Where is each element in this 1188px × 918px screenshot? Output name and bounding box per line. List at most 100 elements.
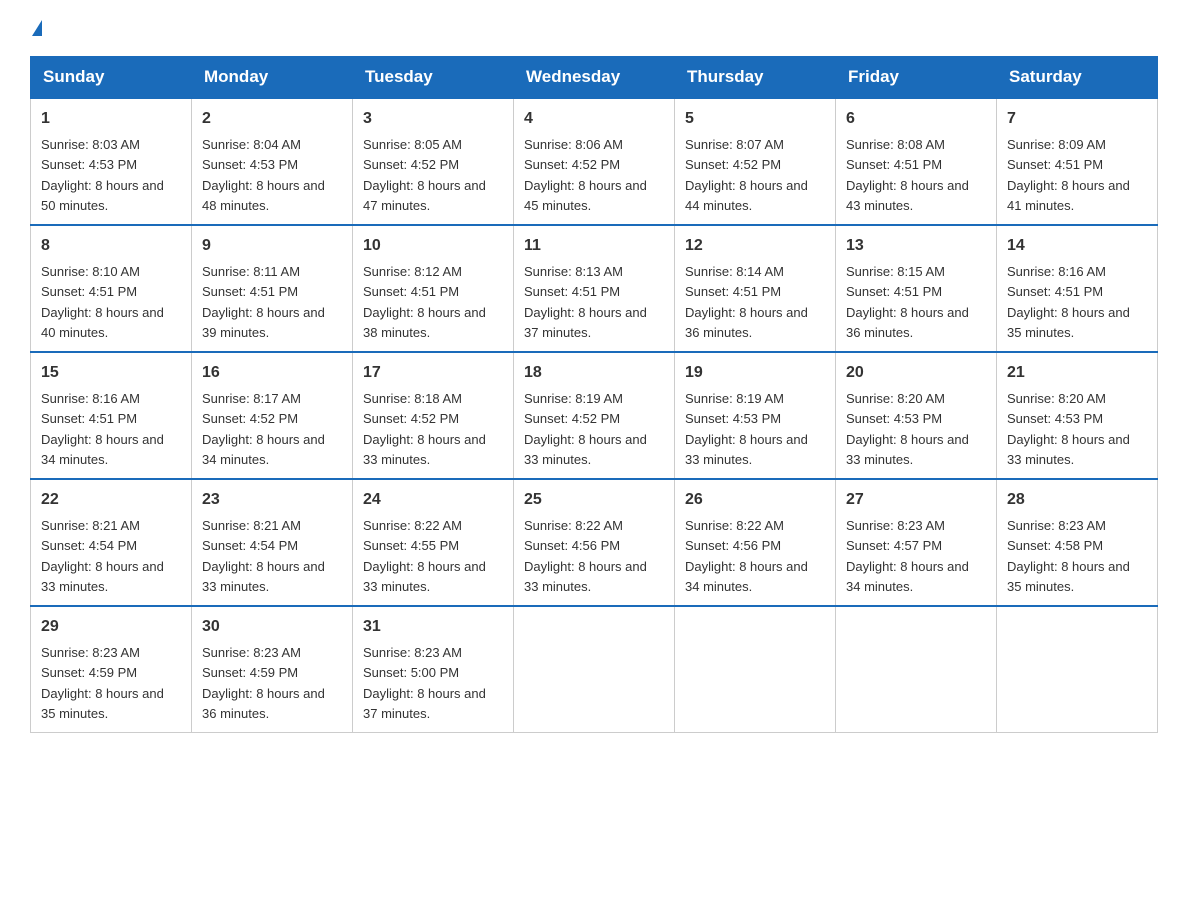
calendar-cell: 20Sunrise: 8:20 AMSunset: 4:53 PMDayligh… <box>836 352 997 479</box>
page-header <box>30 20 1158 36</box>
day-number: 1 <box>41 107 181 131</box>
calendar-week-3: 15 Sunrise: 8:16 AMSunset: 4:51 PMDayligh… <box>31 352 1158 479</box>
calendar-cell: 11 Sunrise: 8:13 AMSunset: 4:51 PMDayligh… <box>514 225 675 352</box>
day-info: Sunrise: 8:16 AMSunset: 4:51 PMDaylight:… <box>41 391 164 467</box>
day-info: Sunrise: 8:04 AMSunset: 4:53 PMDaylight:… <box>202 137 325 213</box>
day-number: 12 <box>685 234 825 258</box>
calendar-cell: 16 Sunrise: 8:17 AMSunset: 4:52 PMDayligh… <box>192 352 353 479</box>
day-info: Sunrise: 8:11 AMSunset: 4:51 PMDaylight:… <box>202 264 325 340</box>
calendar-cell: 30 Sunrise: 8:23 AMSunset: 4:59 PMDayligh… <box>192 606 353 733</box>
day-number: 16 <box>202 361 342 385</box>
calendar-cell: 9 Sunrise: 8:11 AMSunset: 4:51 PMDaylight… <box>192 225 353 352</box>
day-info: Sunrise: 8:21 AMSunset: 4:54 PMDaylight:… <box>41 518 164 594</box>
calendar-cell <box>836 606 997 733</box>
day-info: Sunrise: 8:23 AMSunset: 4:58 PMDaylight:… <box>1007 518 1130 594</box>
calendar-cell <box>997 606 1158 733</box>
day-number: 23 <box>202 488 342 512</box>
day-number: 11 <box>524 234 664 258</box>
calendar-cell: 7Sunrise: 8:09 AMSunset: 4:51 PMDaylight… <box>997 98 1158 225</box>
day-number: 2 <box>202 107 342 131</box>
calendar-cell: 17 Sunrise: 8:18 AMSunset: 4:52 PMDayligh… <box>353 352 514 479</box>
day-number: 29 <box>41 615 181 639</box>
calendar-cell: 6Sunrise: 8:08 AMSunset: 4:51 PMDaylight… <box>836 98 997 225</box>
calendar-cell: 8 Sunrise: 8:10 AMSunset: 4:51 PMDaylight… <box>31 225 192 352</box>
calendar-header-friday: Friday <box>836 57 997 99</box>
calendar-cell: 1 Sunrise: 8:03 AMSunset: 4:53 PMDaylight… <box>31 98 192 225</box>
day-info: Sunrise: 8:10 AMSunset: 4:51 PMDaylight:… <box>41 264 164 340</box>
day-info: Sunrise: 8:05 AMSunset: 4:52 PMDaylight:… <box>363 137 486 213</box>
day-number: 14 <box>1007 234 1147 258</box>
day-info: Sunrise: 8:23 AMSunset: 4:59 PMDaylight:… <box>202 645 325 721</box>
calendar-week-1: 1 Sunrise: 8:03 AMSunset: 4:53 PMDaylight… <box>31 98 1158 225</box>
calendar-week-5: 29 Sunrise: 8:23 AMSunset: 4:59 PMDayligh… <box>31 606 1158 733</box>
day-info: Sunrise: 8:23 AMSunset: 5:00 PMDaylight:… <box>363 645 486 721</box>
calendar-cell: 5 Sunrise: 8:07 AMSunset: 4:52 PMDaylight… <box>675 98 836 225</box>
day-number: 7 <box>1007 107 1147 131</box>
day-info: Sunrise: 8:03 AMSunset: 4:53 PMDaylight:… <box>41 137 164 213</box>
day-info: Sunrise: 8:15 AMSunset: 4:51 PMDaylight:… <box>846 264 969 340</box>
day-info: Sunrise: 8:14 AMSunset: 4:51 PMDaylight:… <box>685 264 808 340</box>
day-number: 18 <box>524 361 664 385</box>
day-info: Sunrise: 8:18 AMSunset: 4:52 PMDaylight:… <box>363 391 486 467</box>
day-number: 31 <box>363 615 503 639</box>
day-number: 5 <box>685 107 825 131</box>
day-number: 22 <box>41 488 181 512</box>
day-number: 24 <box>363 488 503 512</box>
calendar-cell: 23 Sunrise: 8:21 AMSunset: 4:54 PMDayligh… <box>192 479 353 606</box>
calendar-header-thursday: Thursday <box>675 57 836 99</box>
day-info: Sunrise: 8:16 AMSunset: 4:51 PMDaylight:… <box>1007 264 1130 340</box>
day-info: Sunrise: 8:23 AMSunset: 4:57 PMDaylight:… <box>846 518 969 594</box>
calendar-header-wednesday: Wednesday <box>514 57 675 99</box>
calendar-cell: 4 Sunrise: 8:06 AMSunset: 4:52 PMDaylight… <box>514 98 675 225</box>
day-info: Sunrise: 8:20 AMSunset: 4:53 PMDaylight:… <box>846 391 969 467</box>
calendar-week-2: 8 Sunrise: 8:10 AMSunset: 4:51 PMDaylight… <box>31 225 1158 352</box>
day-number: 28 <box>1007 488 1147 512</box>
day-number: 26 <box>685 488 825 512</box>
calendar-header-tuesday: Tuesday <box>353 57 514 99</box>
calendar-header-row: SundayMondayTuesdayWednesdayThursdayFrid… <box>31 57 1158 99</box>
day-info: Sunrise: 8:23 AMSunset: 4:59 PMDaylight:… <box>41 645 164 721</box>
day-number: 25 <box>524 488 664 512</box>
calendar-cell: 15 Sunrise: 8:16 AMSunset: 4:51 PMDayligh… <box>31 352 192 479</box>
day-number: 15 <box>41 361 181 385</box>
logo-triangle-icon <box>32 20 42 36</box>
calendar-table: SundayMondayTuesdayWednesdayThursdayFrid… <box>30 56 1158 733</box>
day-number: 13 <box>846 234 986 258</box>
calendar-cell: 18 Sunrise: 8:19 AMSunset: 4:52 PMDayligh… <box>514 352 675 479</box>
calendar-cell: 31 Sunrise: 8:23 AMSunset: 5:00 PMDayligh… <box>353 606 514 733</box>
calendar-cell: 27Sunrise: 8:23 AMSunset: 4:57 PMDayligh… <box>836 479 997 606</box>
calendar-header-saturday: Saturday <box>997 57 1158 99</box>
day-number: 8 <box>41 234 181 258</box>
day-info: Sunrise: 8:20 AMSunset: 4:53 PMDaylight:… <box>1007 391 1130 467</box>
day-number: 17 <box>363 361 503 385</box>
day-info: Sunrise: 8:22 AMSunset: 4:56 PMDaylight:… <box>685 518 808 594</box>
day-info: Sunrise: 8:17 AMSunset: 4:52 PMDaylight:… <box>202 391 325 467</box>
day-number: 9 <box>202 234 342 258</box>
day-number: 19 <box>685 361 825 385</box>
calendar-cell: 10Sunrise: 8:12 AMSunset: 4:51 PMDayligh… <box>353 225 514 352</box>
calendar-week-4: 22 Sunrise: 8:21 AMSunset: 4:54 PMDayligh… <box>31 479 1158 606</box>
calendar-cell: 24 Sunrise: 8:22 AMSunset: 4:55 PMDayligh… <box>353 479 514 606</box>
calendar-cell: 13 Sunrise: 8:15 AMSunset: 4:51 PMDayligh… <box>836 225 997 352</box>
day-number: 3 <box>363 107 503 131</box>
calendar-cell: 3 Sunrise: 8:05 AMSunset: 4:52 PMDaylight… <box>353 98 514 225</box>
day-number: 30 <box>202 615 342 639</box>
calendar-cell: 22 Sunrise: 8:21 AMSunset: 4:54 PMDayligh… <box>31 479 192 606</box>
calendar-header-sunday: Sunday <box>31 57 192 99</box>
day-info: Sunrise: 8:07 AMSunset: 4:52 PMDaylight:… <box>685 137 808 213</box>
day-number: 4 <box>524 107 664 131</box>
calendar-cell <box>675 606 836 733</box>
day-info: Sunrise: 8:12 AMSunset: 4:51 PMDaylight:… <box>363 264 486 340</box>
day-info: Sunrise: 8:06 AMSunset: 4:52 PMDaylight:… <box>524 137 647 213</box>
calendar-cell: 29 Sunrise: 8:23 AMSunset: 4:59 PMDayligh… <box>31 606 192 733</box>
calendar-cell: 28 Sunrise: 8:23 AMSunset: 4:58 PMDayligh… <box>997 479 1158 606</box>
day-info: Sunrise: 8:19 AMSunset: 4:52 PMDaylight:… <box>524 391 647 467</box>
calendar-header-monday: Monday <box>192 57 353 99</box>
day-info: Sunrise: 8:19 AMSunset: 4:53 PMDaylight:… <box>685 391 808 467</box>
day-info: Sunrise: 8:22 AMSunset: 4:55 PMDaylight:… <box>363 518 486 594</box>
day-number: 6 <box>846 107 986 131</box>
calendar-cell: 25Sunrise: 8:22 AMSunset: 4:56 PMDayligh… <box>514 479 675 606</box>
day-info: Sunrise: 8:21 AMSunset: 4:54 PMDaylight:… <box>202 518 325 594</box>
logo <box>30 20 42 36</box>
day-info: Sunrise: 8:13 AMSunset: 4:51 PMDaylight:… <box>524 264 647 340</box>
